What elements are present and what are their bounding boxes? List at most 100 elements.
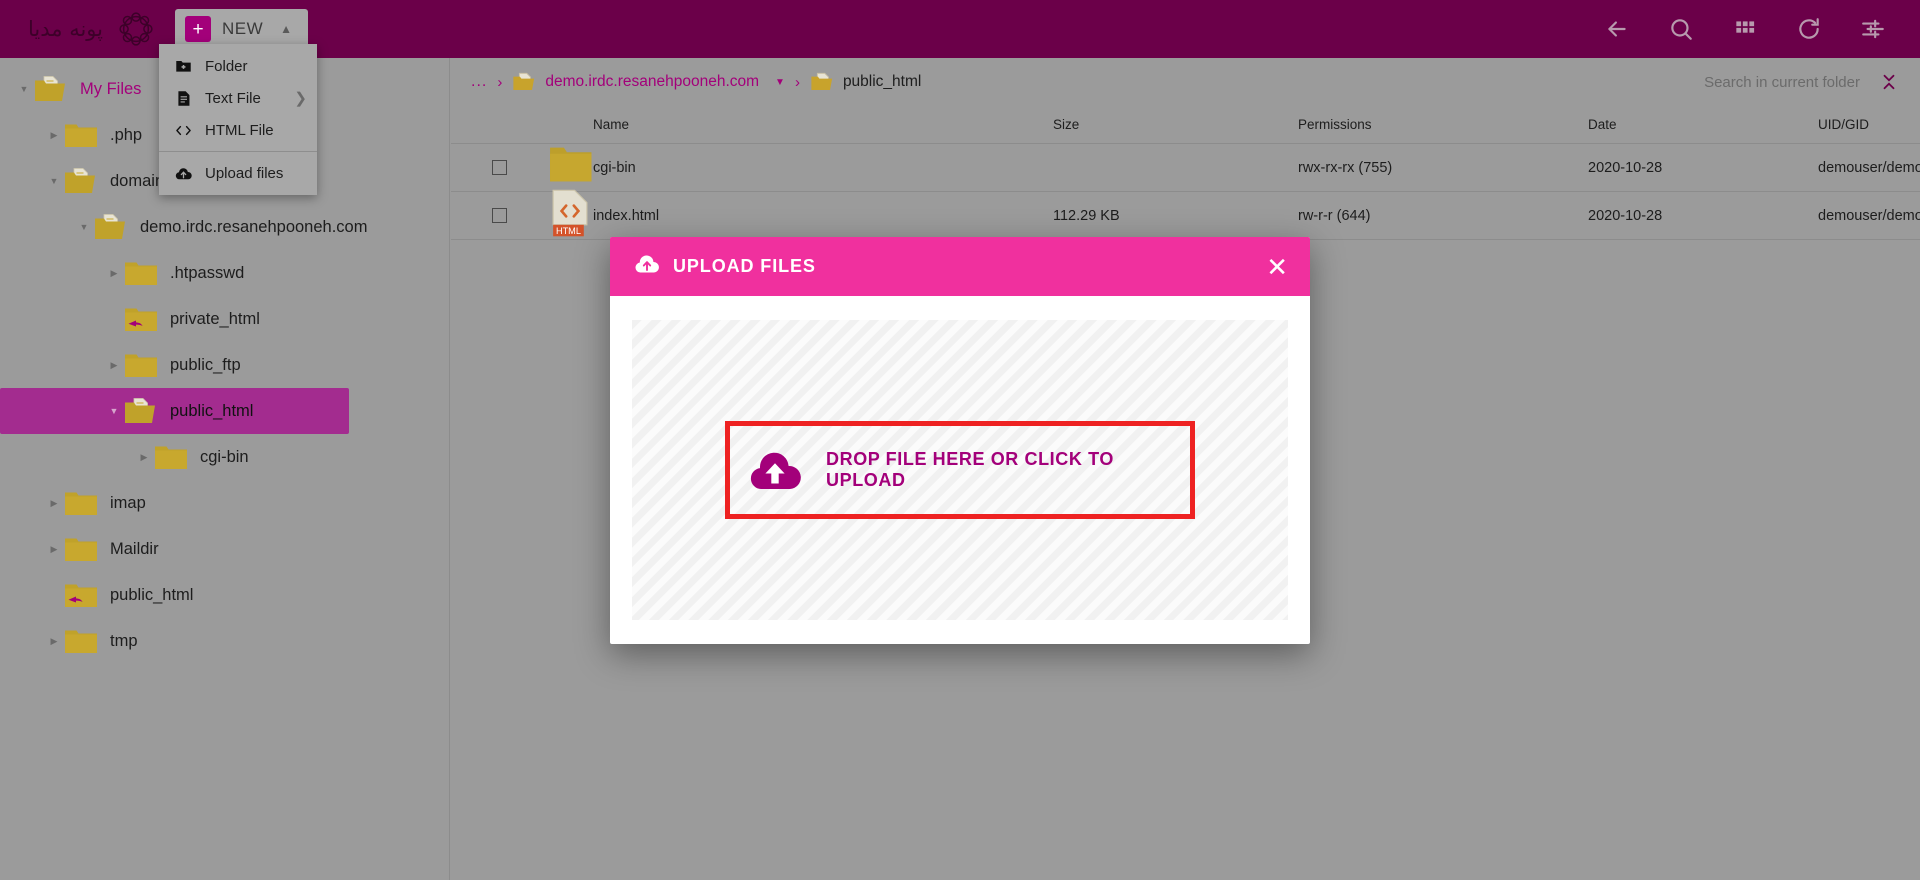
sidebar-item-private-html[interactable]: ▶private_html: [0, 296, 449, 342]
folder-icon: [64, 489, 98, 517]
menu-item-upload-files-label: Upload files: [205, 164, 284, 182]
cell-name: cgi-bin: [593, 159, 636, 176]
menu-item-html-file-label: HTML File: [205, 121, 274, 139]
sidebar-item-demo-irdc-resanehpooneh-com[interactable]: ▼ demo.irdc.resanehpooneh.com: [0, 204, 449, 250]
sidebar-item-public-html[interactable]: ▶public_html: [0, 572, 449, 618]
table-row[interactable]: cgi-bin rwx-rx-rx (755) 2020-10-28 demouser…: [451, 144, 1920, 192]
upload-files-modal: UPLOAD FILES ✕ DROP FILE HERE OR CLICK T…: [610, 237, 1310, 644]
code-brackets-icon: [175, 122, 192, 139]
folder-add-icon: [175, 58, 192, 75]
twisty-right-icon[interactable]: ▶: [44, 544, 64, 555]
dropzone-label: DROP FILE HERE OR CLICK TO UPLOAD: [826, 449, 1114, 490]
chevron-right-icon: ❯: [294, 90, 307, 107]
breadcrumb-item-public-html[interactable]: public_html: [810, 72, 921, 92]
menu-item-text-file[interactable]: Text File ❯: [159, 82, 317, 114]
grid-view-icon[interactable]: [1732, 16, 1758, 42]
column-header-name[interactable]: Name: [593, 117, 1053, 132]
cell-size: 112.29 KB: [1053, 207, 1120, 224]
cell-name: index.html: [593, 207, 660, 224]
folder-icon: [547, 140, 593, 194]
folder-open-doc-icon: [94, 213, 128, 241]
row-checkbox[interactable]: [491, 208, 507, 223]
folder-doc-icon-2: [810, 72, 834, 92]
breadcrumb-item-domain-label: demo.irdc.resanehpooneh.com: [545, 73, 760, 90]
column-header-uidgid[interactable]: UID/GID: [1818, 117, 1920, 132]
sidebar-item-cgi-bin[interactable]: ▶ cgi-bin: [0, 434, 449, 480]
twisty-right-icon[interactable]: ▶: [44, 130, 64, 141]
sidebar-item-label: imap: [110, 493, 146, 512]
sidebar-item-label: tmp: [110, 631, 138, 650]
breadcrumb-separator: ›: [497, 73, 503, 91]
svg-text:HTML: HTML: [556, 226, 581, 236]
table-row[interactable]: HTML index.html 112.29 KB rw-r-r (644) 2020-…: [451, 190, 1920, 240]
modal-title: UPLOAD FILES: [673, 256, 816, 276]
breadcrumb-item-public-html-label: public_html: [842, 73, 922, 90]
column-header-date[interactable]: Date: [1588, 117, 1818, 132]
twisty-right-icon[interactable]: ▶: [104, 360, 124, 371]
breadcrumb-separator-2: ›: [794, 73, 800, 91]
twisty-right-icon[interactable]: ▶: [104, 268, 124, 279]
breadcrumb-item-domain[interactable]: demo.irdc.resanehpooneh.com ▼: [512, 72, 785, 92]
sidebar-item-label: Maildir: [110, 539, 159, 558]
dropzone-area[interactable]: DROP FILE HERE OR CLICK TO UPLOAD: [632, 320, 1288, 620]
sidebar-item-label: public_html: [110, 585, 194, 604]
twisty-right-icon[interactable]: ▶: [134, 452, 154, 463]
text-file-icon: [175, 90, 192, 107]
twisty-right-icon[interactable]: ▶: [44, 636, 64, 647]
folder-icon: [154, 443, 188, 471]
twisty-down-icon[interactable]: ▼: [14, 84, 34, 94]
folder-icon: [124, 351, 158, 379]
sidebar-item-imap[interactable]: ▶ imap: [0, 480, 449, 526]
file-table-header: Name Size Permissions Date UID/GID: [451, 106, 1920, 144]
toolbar-icons: [1604, 16, 1886, 42]
sidebar-item-tmp[interactable]: ▶ tmp: [0, 618, 449, 664]
dropzone-click-target[interactable]: DROP FILE HERE OR CLICK TO UPLOAD: [725, 421, 1195, 519]
sidebar-item--htpasswd[interactable]: ▶ .htpasswd: [0, 250, 449, 296]
row-checkbox-cell: [451, 208, 547, 223]
twisty-right-icon[interactable]: ▶: [44, 498, 64, 509]
twisty-down-icon[interactable]: ▼: [104, 406, 124, 416]
sidebar-item-public-html[interactable]: ▼ public_html: [0, 388, 349, 434]
settings-sliders-icon[interactable]: [1860, 16, 1886, 42]
cell-date: 2020-10-28: [1588, 159, 1663, 176]
folder-link-icon: [64, 581, 98, 609]
modal-body: DROP FILE HERE OR CLICK TO UPLOAD: [610, 296, 1310, 644]
sidebar-item-label: public_ftp: [170, 355, 241, 374]
cell-date: 2020-10-28: [1588, 207, 1663, 224]
search-input[interactable]: [1630, 73, 1860, 91]
file-table-body: cgi-bin rwx-rx-rx (755) 2020-10-28 demouser…: [451, 144, 1920, 240]
twisty-down-icon[interactable]: ▼: [74, 222, 94, 232]
row-checkbox[interactable]: [491, 160, 507, 175]
menu-item-html-file[interactable]: HTML File: [159, 114, 317, 146]
column-header-size[interactable]: Size: [1053, 117, 1298, 132]
column-header-permissions[interactable]: Permissions: [1298, 117, 1588, 132]
breadcrumb-ellipsis[interactable]: ...: [471, 73, 487, 91]
folder-icon: [64, 535, 98, 563]
cell-uidgid: demouser/demouser: [1818, 207, 1920, 224]
menu-item-folder[interactable]: Folder: [159, 50, 317, 82]
sidebar-item-maildir[interactable]: ▶ Maildir: [0, 526, 449, 572]
menu-item-upload-files[interactable]: Upload files: [159, 157, 317, 189]
new-button[interactable]: + NEW ▲: [175, 9, 309, 49]
modal-header: UPLOAD FILES ✕: [610, 237, 1310, 296]
caret-up-icon: ▲: [280, 22, 293, 36]
sidebar-item-label: demo.irdc.resanehpooneh.com: [140, 217, 368, 236]
cell-permissions: rw-r-r (644): [1298, 207, 1371, 224]
breadcrumb-bar: ... › demo.irdc.resanehpooneh.com ▼ › pu…: [451, 58, 1920, 106]
back-arrow-icon[interactable]: [1604, 16, 1630, 42]
collapse-vertical-icon[interactable]: [1880, 73, 1898, 91]
refresh-icon[interactable]: [1796, 16, 1822, 42]
ring-logo-icon: [117, 10, 155, 48]
cell-uidgid: demouser/demouser: [1818, 159, 1920, 176]
plus-icon: +: [185, 16, 211, 42]
html-file-icon: HTML: [547, 188, 593, 242]
folder-open-doc-icon: [34, 75, 68, 103]
sidebar-item-public-ftp[interactable]: ▶ public_ftp: [0, 342, 449, 388]
sidebar-item-label: private_html: [170, 309, 260, 328]
search-icon[interactable]: [1668, 16, 1694, 42]
sidebar-item-label: .php: [110, 125, 143, 144]
chevron-down-icon[interactable]: ▼: [775, 77, 785, 88]
twisty-down-icon[interactable]: ▼: [44, 176, 64, 186]
close-x-icon[interactable]: ✕: [1266, 254, 1288, 280]
brand-logo[interactable]: پونه مدیا: [28, 0, 155, 58]
